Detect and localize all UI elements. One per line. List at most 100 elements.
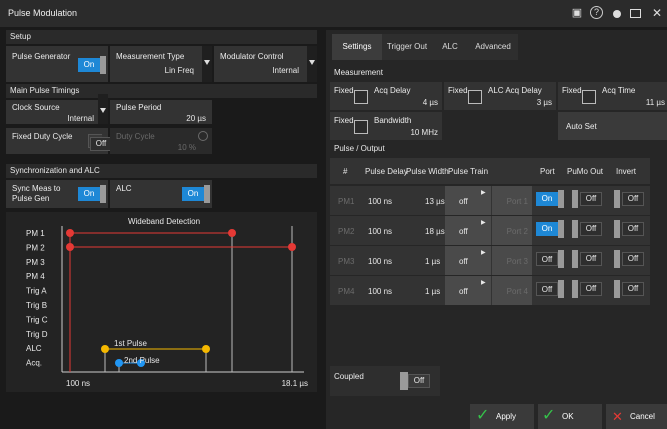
- help-icon[interactable]: ?: [590, 6, 603, 19]
- pulse-train-value: off: [459, 197, 468, 206]
- acq-start-handle[interactable]: [115, 359, 123, 367]
- row-name: PM1: [338, 197, 355, 206]
- sync-meas-panel[interactable]: Sync Meas to Pulse Gen On: [6, 180, 108, 208]
- bandwidth-fixed-checkbox[interactable]: [354, 120, 368, 134]
- acq-time-panel[interactable]: Fixed Acq Time 11 µs: [558, 82, 667, 110]
- port-cell: Port 2: [492, 216, 532, 245]
- diagram-row-label: ALC: [26, 344, 42, 353]
- pm1-end-handle[interactable]: [228, 229, 236, 237]
- alc-acq-delay-panel[interactable]: Fixed ALC Acq Delay 3 µs: [444, 82, 556, 110]
- modulator-control-value: Internal: [272, 66, 299, 75]
- tab-advanced[interactable]: Advanced: [468, 34, 518, 60]
- cancel-button[interactable]: ✕ Cancel: [606, 404, 667, 429]
- sync-meas-toggle[interactable]: On: [78, 187, 100, 201]
- acq-time-fixed-checkbox[interactable]: [582, 90, 596, 104]
- title-bar: Pulse Modulation ▣ ? ✕: [0, 0, 667, 27]
- pulse-generator-toggle[interactable]: On: [78, 58, 100, 72]
- pm2-start-handle[interactable]: [66, 243, 74, 251]
- alc-panel[interactable]: ALC On: [110, 180, 212, 208]
- duty-cycle-value: 10 %: [177, 143, 196, 152]
- alc-acq-delay-fixed-checkbox[interactable]: [468, 90, 482, 104]
- toggle-nub: [614, 190, 620, 208]
- alc-acq-delay-value: 3 µs: [536, 98, 552, 107]
- chevron-down-icon[interactable]: [98, 94, 108, 124]
- invert-toggle[interactable]: Off: [622, 252, 644, 266]
- dot-icon[interactable]: [613, 10, 621, 18]
- col-header-pulse-delay: Pulse Delay: [365, 167, 408, 176]
- port-toggle[interactable]: On: [536, 192, 558, 206]
- pulse-train-button[interactable]: off ▶: [445, 276, 491, 305]
- row-port-label: Port 1: [506, 197, 528, 206]
- invert-toggle[interactable]: Off: [622, 222, 644, 236]
- table-row: PM4 100 ns 1 µs off ▶ Port 4 Off Off Off: [330, 276, 650, 305]
- row-pulse-width: 1 µs: [425, 257, 441, 266]
- toggle-nub: [614, 250, 620, 268]
- diagram-row-label: PM 2: [26, 243, 45, 252]
- pulse-train-button[interactable]: off ▶: [445, 216, 491, 245]
- alc-toggle[interactable]: On: [182, 187, 204, 201]
- pulse-period-field[interactable]: Pulse Period 20 µs: [110, 100, 212, 124]
- port-toggle[interactable]: On: [536, 222, 558, 236]
- port-toggle[interactable]: Off: [536, 282, 558, 296]
- diagram-row-label: PM 1: [26, 229, 45, 238]
- alc-start-handle[interactable]: [101, 345, 109, 353]
- maximize-icon[interactable]: [630, 9, 641, 18]
- measurement-type-dropdown[interactable]: Measurement Type Lin Freq: [110, 46, 212, 82]
- invert-toggle[interactable]: Off: [622, 192, 644, 206]
- fixed-label: Fixed: [334, 116, 354, 125]
- row-port-label: Port 3: [506, 257, 528, 266]
- clock-source-dropdown[interactable]: Clock Source Internal: [6, 94, 108, 124]
- pm1-start-handle[interactable]: [66, 229, 74, 237]
- tab-alc[interactable]: ALC: [432, 34, 468, 60]
- coupled-toggle[interactable]: Off: [408, 374, 430, 388]
- pumo-out-toggle[interactable]: Off: [580, 222, 602, 236]
- pumo-out-toggle[interactable]: Off: [580, 252, 602, 266]
- row-port-label: Port 2: [506, 227, 528, 236]
- tab-settings[interactable]: Settings: [332, 34, 382, 60]
- col-header-pumo-out: PuMo Out: [567, 167, 604, 176]
- duty-cycle-label: Duty Cycle: [116, 132, 155, 141]
- pulse-generator-panel[interactable]: Pulse Generator On: [6, 46, 108, 82]
- close-icon[interactable]: ✕: [650, 6, 664, 20]
- pulse-output-header: Pulse / Output: [330, 142, 667, 156]
- toggle-nub: [614, 280, 620, 298]
- row-pulse-delay: 100 ns: [368, 197, 393, 206]
- port-cell: Port 3: [492, 246, 532, 275]
- pulse-train-button[interactable]: off ▶: [445, 246, 491, 275]
- diagram-row-label: Trig D: [26, 330, 48, 339]
- fixed-label: Fixed: [448, 86, 468, 95]
- pm2-end-handle[interactable]: [288, 243, 296, 251]
- alc-acq-delay-label: ALC Acq Delay: [488, 86, 542, 95]
- tab-trigger-out[interactable]: Trigger Out: [382, 34, 432, 60]
- bandwidth-panel[interactable]: Fixed Bandwidth 10 MHz: [330, 112, 442, 140]
- toggle-nub: [558, 190, 564, 208]
- auto-set-button[interactable]: Auto Set: [558, 112, 667, 140]
- fixed-duty-cycle-toggle[interactable]: Off: [90, 137, 112, 151]
- chevron-down-icon[interactable]: [202, 46, 212, 82]
- pumo-out-toggle[interactable]: Off: [580, 282, 602, 296]
- row-port-label: Port 4: [506, 287, 528, 296]
- alc-end-handle[interactable]: [202, 345, 210, 353]
- acq-delay-panel[interactable]: Fixed Acq Delay 4 µs: [330, 82, 442, 110]
- coupled-label: Coupled: [334, 372, 364, 381]
- invert-toggle[interactable]: Off: [622, 282, 644, 296]
- auto-set-label: Auto Set: [566, 122, 597, 131]
- row-pulse-delay: 100 ns: [368, 257, 393, 266]
- modulator-control-label: Modulator Control: [220, 52, 284, 61]
- ok-button[interactable]: ✓ OK: [538, 404, 602, 429]
- acq-delay-value: 4 µs: [422, 98, 438, 107]
- cross-icon: ✕: [612, 409, 623, 424]
- modulator-control-dropdown[interactable]: Modulator Control Internal: [214, 46, 317, 82]
- fixed-duty-cycle-panel[interactable]: Fixed Duty Cycle Off: [6, 128, 112, 154]
- apply-button[interactable]: ✓ Apply: [470, 404, 534, 429]
- toggle-nub: [100, 185, 106, 203]
- pulse-train-button[interactable]: off ▶: [445, 186, 491, 215]
- pumo-out-toggle[interactable]: Off: [580, 192, 602, 206]
- row-pulse-width: 18 µs: [425, 227, 445, 236]
- port-toggle[interactable]: Off: [536, 252, 558, 266]
- chevron-down-icon[interactable]: [307, 46, 317, 82]
- apply-label: Apply: [496, 412, 517, 421]
- acq-delay-fixed-checkbox[interactable]: [354, 90, 368, 104]
- coupled-panel[interactable]: Coupled Off: [330, 366, 440, 396]
- camera-icon[interactable]: ▣: [570, 6, 584, 20]
